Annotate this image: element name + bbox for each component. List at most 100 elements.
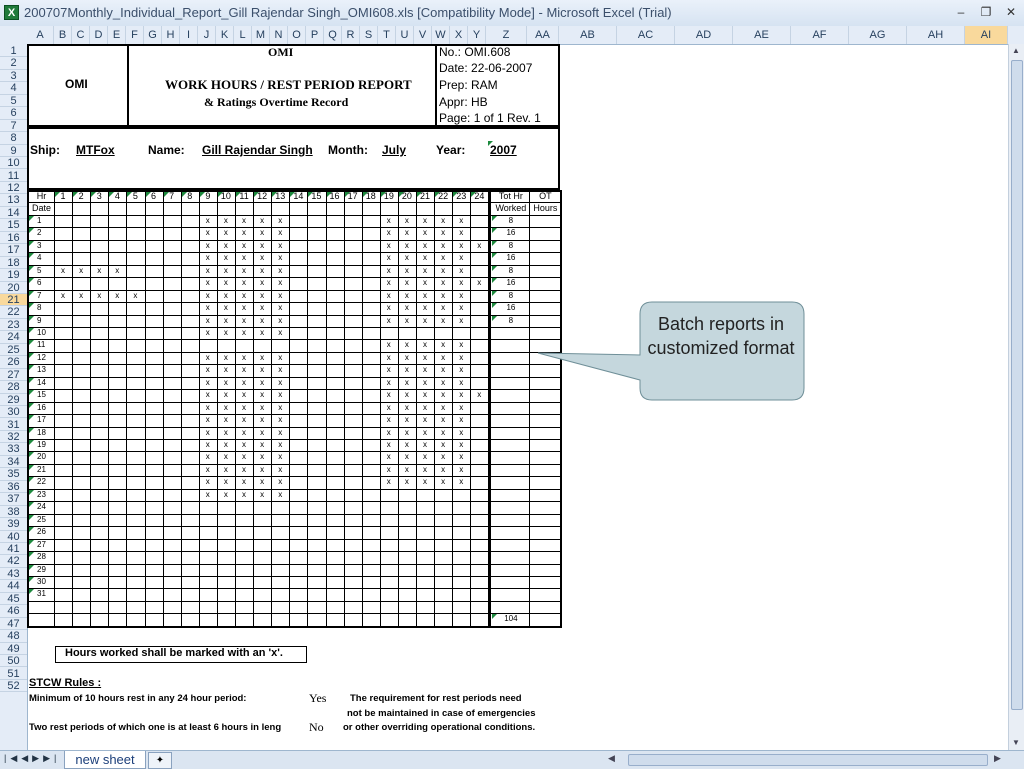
worked-hour-mark[interactable]: x [416,278,434,288]
row-header[interactable]: 2 [0,57,27,70]
worked-hour-mark[interactable]: x [434,253,452,263]
worked-hour-mark[interactable]: x [271,477,289,487]
worked-hour-mark[interactable]: x [271,428,289,438]
worked-hour-mark[interactable]: x [452,216,470,226]
worked-hour-mark[interactable]: x [380,303,398,313]
worked-hour-mark[interactable]: x [452,465,470,475]
row-header[interactable]: 12 [0,182,27,195]
worked-hour-mark[interactable]: x [253,477,271,487]
worked-hour-mark[interactable]: x [380,378,398,388]
worked-hour-mark[interactable]: x [452,365,470,375]
worked-hour-mark[interactable]: x [271,415,289,425]
worked-hour-mark[interactable]: x [271,378,289,388]
row-header[interactable]: 3 [0,70,27,83]
worked-hour-mark[interactable]: x [217,353,235,363]
column-header[interactable]: P [306,26,324,44]
worked-hour-mark[interactable]: x [416,340,434,350]
row-header[interactable]: 25 [0,344,27,357]
column-header[interactable]: Q [324,26,342,44]
column-header[interactable]: AC [617,26,675,44]
worked-hour-mark[interactable]: x [271,216,289,226]
column-header[interactable]: I [180,26,198,44]
row-header[interactable]: 19 [0,269,27,282]
worked-hour-mark[interactable]: x [199,278,217,288]
worked-hour-mark[interactable]: x [271,403,289,413]
column-header[interactable]: Y [468,26,486,44]
worked-hour-mark[interactable]: x [235,477,253,487]
worked-hour-mark[interactable]: x [199,328,217,338]
worked-hour-mark[interactable]: x [235,241,253,251]
worked-hour-mark[interactable]: x [452,477,470,487]
worked-hour-mark[interactable]: x [380,241,398,251]
worked-hour-mark[interactable]: x [452,340,470,350]
worked-hour-mark[interactable]: x [217,266,235,276]
column-header[interactable]: AD [675,26,733,44]
worked-hour-mark[interactable]: x [398,452,416,462]
column-header[interactable]: U [396,26,414,44]
worked-hour-mark[interactable]: x [217,415,235,425]
worked-hour-mark[interactable]: x [398,278,416,288]
row-header[interactable]: 35 [0,468,27,481]
worked-hour-mark[interactable]: x [199,452,217,462]
row-header[interactable]: 13 [0,194,27,207]
worked-hour-mark[interactable]: x [434,278,452,288]
worked-hour-mark[interactable]: x [199,353,217,363]
scroll-left-icon[interactable]: ◀ [608,753,615,764]
worked-hour-mark[interactable]: x [72,266,90,276]
column-header[interactable]: AA [527,26,559,44]
worked-hour-mark[interactable]: x [416,452,434,462]
row-header[interactable]: 21 [0,294,27,307]
worked-hour-mark[interactable]: x [416,353,434,363]
worked-hour-mark[interactable]: x [434,452,452,462]
row-header[interactable]: 38 [0,506,27,519]
worked-hour-mark[interactable]: x [199,490,217,500]
worked-hour-mark[interactable]: x [380,428,398,438]
worked-hour-mark[interactable]: x [235,278,253,288]
worked-hour-mark[interactable]: x [398,216,416,226]
row-header[interactable]: 32 [0,431,27,444]
worked-hour-mark[interactable]: x [380,403,398,413]
column-header[interactable]: A [27,26,54,44]
worked-hour-mark[interactable]: x [271,465,289,475]
worked-hour-mark[interactable]: x [253,291,271,301]
worked-hour-mark[interactable]: x [54,266,72,276]
worked-hour-mark[interactable]: x [199,216,217,226]
worked-hour-mark[interactable]: x [416,477,434,487]
worked-hour-mark[interactable]: x [235,490,253,500]
worked-hour-mark[interactable]: x [217,328,235,338]
worked-hour-mark[interactable]: x [398,228,416,238]
worked-hour-mark[interactable]: x [398,316,416,326]
worked-hour-mark[interactable]: x [271,452,289,462]
column-header[interactable]: G [144,26,162,44]
worked-hour-mark[interactable]: x [452,378,470,388]
worked-hour-mark[interactable]: x [271,228,289,238]
worked-hour-mark[interactable]: x [452,266,470,276]
column-header[interactable]: N [270,26,288,44]
worked-hour-mark[interactable]: x [217,452,235,462]
worked-hour-mark[interactable]: x [416,291,434,301]
worked-hour-mark[interactable]: x [452,278,470,288]
worked-hour-mark[interactable]: x [271,440,289,450]
worked-hour-mark[interactable]: x [72,291,90,301]
worked-hour-mark[interactable]: x [416,316,434,326]
worked-hour-mark[interactable]: x [217,440,235,450]
column-header[interactable]: AG [849,26,907,44]
worked-hour-mark[interactable]: x [380,216,398,226]
worked-hour-mark[interactable]: x [380,440,398,450]
row-header[interactable]: 27 [0,369,27,382]
row-header[interactable]: 8 [0,132,27,145]
worked-hour-mark[interactable]: x [380,291,398,301]
worked-hour-mark[interactable]: x [108,266,126,276]
worked-hour-mark[interactable]: x [434,415,452,425]
vertical-scrollbar[interactable]: ▲ ▼ [1008,44,1024,750]
worked-hour-mark[interactable]: x [452,316,470,326]
worked-hour-mark[interactable]: x [398,403,416,413]
worked-hour-mark[interactable]: x [271,253,289,263]
worked-hour-mark[interactable]: x [434,303,452,313]
worked-hour-mark[interactable]: x [434,353,452,363]
worked-hour-mark[interactable]: x [217,390,235,400]
worked-hour-mark[interactable]: x [416,253,434,263]
row-header[interactable]: 48 [0,630,27,643]
worked-hour-mark[interactable]: x [416,303,434,313]
restore-button[interactable]: ❐ [975,3,997,21]
